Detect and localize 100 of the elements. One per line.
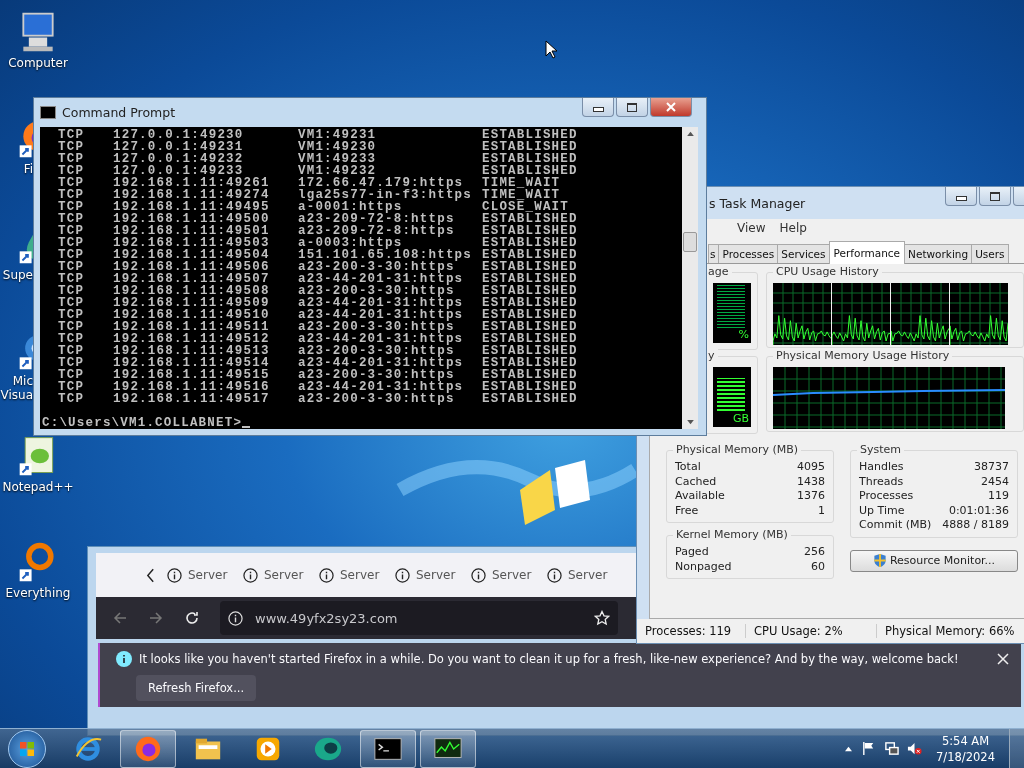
tab[interactable]: Users	[971, 244, 1009, 263]
console-text: 192.168.1.11:49509	[113, 297, 271, 309]
mouse-cursor-icon	[545, 40, 557, 59]
console-text: ESTABLISHED	[482, 165, 579, 177]
console-text: ESTABLISHED	[482, 141, 579, 153]
stat-value: 119	[988, 489, 1009, 504]
maximize-button[interactable]	[616, 98, 648, 117]
status-text: CPU Usage: 2%	[746, 624, 877, 638]
group-title: CPU Usage History	[773, 265, 882, 278]
console-text: TCP	[58, 177, 86, 189]
close-icon[interactable]	[997, 653, 1009, 665]
cpu-history-graph	[773, 283, 831, 345]
notification-message: It looks like you haven't started Firefox in a while. Do you want to clean it up for a fresh, like-new experience? And by the way, welcome back!	[139, 652, 959, 666]
clock[interactable]: 5:54 AM 7/18/2024	[930, 732, 1001, 765]
scroll-up-icon[interactable]	[686, 131, 694, 136]
browser-tab[interactable]: Server	[241, 563, 313, 587]
forward-arrow-icon[interactable]	[148, 610, 164, 626]
console-text: 127.0.0.1:49233	[113, 165, 244, 177]
memory-gauge: GB	[713, 367, 751, 427]
tab[interactable]: Networking	[904, 244, 973, 263]
console-text: TCP	[58, 357, 86, 369]
console-icon	[40, 106, 56, 119]
console-text: TCP	[58, 297, 86, 309]
browser-tab[interactable]: Server	[393, 563, 465, 587]
cpu-gauge: %	[713, 283, 751, 343]
console-text: TCP	[58, 393, 86, 405]
console-text: 192.168.1.11:49510	[113, 309, 271, 321]
menu-item[interactable]: Help	[779, 221, 807, 235]
console-text: ESTABLISHED	[482, 225, 579, 237]
browser-tab[interactable]: Server	[469, 563, 541, 587]
stat-value: 0:01:01:36	[948, 503, 1009, 518]
address-bar[interactable]: www.49yfx2sy23.com	[220, 601, 618, 635]
taskbar-button[interactable]	[360, 729, 416, 768]
console-text: ESTABLISHED	[482, 285, 579, 297]
stat-label: Commit (MB)	[859, 518, 932, 533]
console-text: TCP	[58, 237, 86, 249]
stat-value: 1	[818, 503, 825, 518]
console-text: lga25s77-in-f3:https	[298, 189, 474, 201]
console-text: TCP	[58, 225, 86, 237]
refresh-firefox-button[interactable]: Refresh Firefox...	[136, 675, 257, 701]
browser-tab[interactable]: Server	[545, 563, 617, 587]
stat-label: Available	[675, 489, 725, 504]
console-text: TCP	[58, 369, 86, 381]
console-text: 192.168.1.11:49495	[113, 201, 271, 213]
show-hidden-icons-icon[interactable]	[844, 745, 854, 752]
muted-speaker-icon[interactable]	[907, 741, 923, 756]
menu-item[interactable]: View	[737, 221, 766, 235]
minimize-button[interactable]	[582, 98, 614, 117]
star-icon[interactable]	[594, 610, 610, 626]
console-text: VM1:49232	[298, 165, 377, 177]
stat-label: Cached	[675, 474, 717, 489]
status-text: Physical Memory: 66%	[877, 624, 1024, 638]
resource-monitor-button[interactable]: Resource Monitor...	[850, 549, 1018, 572]
desktop-icon-label: Fi	[23, 162, 33, 176]
console-text: TCP	[58, 189, 86, 201]
text-cursor	[242, 426, 251, 428]
console-text: a23-44-201-31:https	[298, 381, 465, 393]
console-text: a-0003:https	[298, 237, 403, 249]
tab[interactable]: Performance	[828, 241, 906, 264]
console-text: TIME_WAIT	[482, 189, 561, 201]
maximize-button[interactable]	[979, 187, 1011, 206]
console-text: a-0001:https	[298, 201, 403, 213]
console-text: ESTABLISHED	[482, 333, 579, 345]
console-text: 192.168.1.11:49513	[113, 345, 271, 357]
console-text: a23-200-3-30:https	[298, 345, 455, 357]
console-text: ESTABLISHED	[482, 297, 579, 309]
status-text: Processes: 119	[637, 624, 746, 638]
desktop-icon-label: Notepad++	[2, 480, 74, 494]
console-text: 192.168.1.11:49514	[113, 357, 271, 369]
console-text: a23-44-201-31:https	[298, 273, 465, 285]
console-text: TCP	[58, 381, 86, 393]
stat-value: 4095	[797, 460, 825, 475]
console-text: ESTABLISHED	[482, 213, 579, 225]
scrollbar[interactable]	[682, 127, 698, 429]
network-icon[interactable]	[884, 741, 900, 756]
close-button[interactable]	[650, 98, 692, 117]
console-text: TCP	[58, 333, 86, 345]
show-desktop-button[interactable]	[1009, 729, 1024, 768]
reload-icon[interactable]	[184, 610, 200, 626]
minimize-button[interactable]	[945, 187, 977, 206]
group-title: Kernel Memory (MB)	[673, 528, 791, 541]
tab[interactable]: Processes	[718, 244, 779, 263]
console-text: a23-209-72-8:https	[298, 225, 456, 237]
info-icon	[471, 567, 486, 583]
tab[interactable]: Services	[777, 244, 830, 263]
console-text: 192.168.1.11:49508	[113, 285, 271, 297]
stat-label: Paged	[675, 545, 709, 560]
desktop-icon-label: Everything	[5, 586, 71, 600]
start-button[interactable]	[8, 729, 46, 768]
browser-tab[interactable]: Server	[317, 563, 389, 587]
info-icon	[167, 567, 182, 583]
scroll-down-icon[interactable]	[686, 420, 694, 425]
desktop-icon-label: Visua	[0, 388, 33, 402]
scroll-thumb[interactable]	[683, 232, 697, 252]
console-text: a23-44-201-31:https	[298, 309, 465, 321]
console-text: 172.66.47.179:https	[298, 177, 464, 189]
chevron-left-icon[interactable]	[146, 567, 155, 583]
back-arrow-icon[interactable]	[112, 610, 128, 626]
browser-tab[interactable]: Server	[165, 563, 237, 587]
taskbar-button[interactable]	[420, 729, 476, 768]
